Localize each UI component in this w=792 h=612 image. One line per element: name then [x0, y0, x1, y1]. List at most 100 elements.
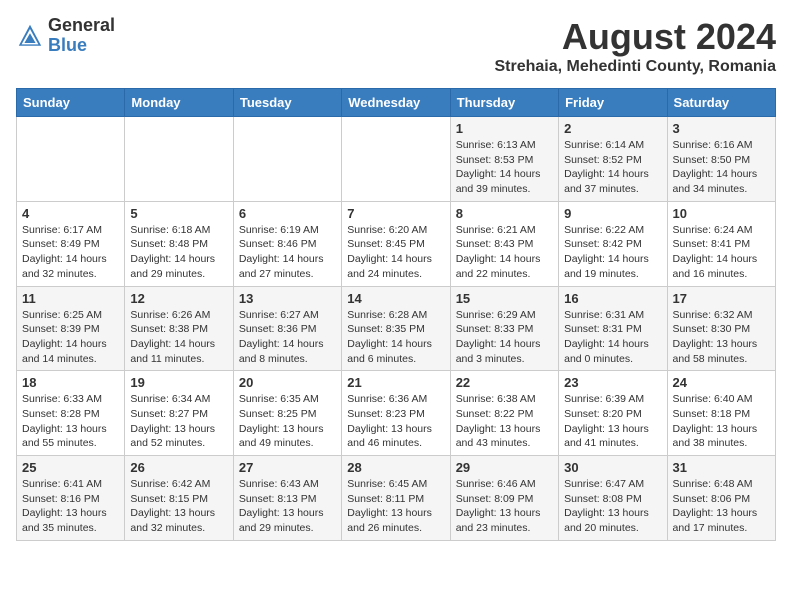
day-info: Sunrise: 6:20 AM Sunset: 8:45 PM Dayligh…	[347, 223, 444, 282]
day-info: Sunrise: 6:35 AM Sunset: 8:25 PM Dayligh…	[239, 392, 336, 451]
day-number: 29	[456, 460, 553, 475]
weekday-header-tuesday: Tuesday	[233, 89, 341, 117]
weekday-header-friday: Friday	[559, 89, 667, 117]
day-info: Sunrise: 6:27 AM Sunset: 8:36 PM Dayligh…	[239, 308, 336, 367]
calendar-cell: 30Sunrise: 6:47 AM Sunset: 8:08 PM Dayli…	[559, 456, 667, 541]
day-number: 25	[22, 460, 119, 475]
weekday-header-monday: Monday	[125, 89, 233, 117]
week-row-0: 1 Sunrise: 6:13 AM Sunset: 8:53 PM Daylig…	[17, 117, 776, 202]
day-number: 27	[239, 460, 336, 475]
week-row-3: 18 Sunrise: 6:33 AM Sunset: 8:28 PM Dayli…	[17, 371, 776, 456]
day-info: Sunrise: 6:46 AM Sunset: 8:09 PM Dayligh…	[456, 477, 553, 536]
day-number: 5	[130, 206, 227, 221]
day-number: 9	[564, 206, 661, 221]
day-number: 20	[239, 375, 336, 390]
calendar-cell: 14 Sunrise: 6:28 AM Sunset: 8:35 PM Dayli…	[342, 286, 450, 371]
day-info: Sunrise: 6:17 AM Sunset: 8:49 PM Dayligh…	[22, 223, 119, 282]
month-title: August 2024	[494, 16, 776, 58]
weekday-header-thursday: Thursday	[450, 89, 558, 117]
calendar-cell: 1 Sunrise: 6:13 AM Sunset: 8:53 PM Daylig…	[450, 117, 558, 202]
day-number: 23	[564, 375, 661, 390]
calendar-cell: 7 Sunrise: 6:20 AM Sunset: 8:45 PM Daylig…	[342, 201, 450, 286]
day-info: Sunrise: 6:21 AM Sunset: 8:43 PM Dayligh…	[456, 223, 553, 282]
day-number: 14	[347, 291, 444, 306]
day-info: Sunrise: 6:48 AM Sunset: 8:06 PM Dayligh…	[673, 477, 770, 536]
day-number: 6	[239, 206, 336, 221]
day-info: Sunrise: 6:14 AM Sunset: 8:52 PM Dayligh…	[564, 138, 661, 197]
day-number: 12	[130, 291, 227, 306]
day-number: 31	[673, 460, 770, 475]
day-number: 21	[347, 375, 444, 390]
day-info: Sunrise: 6:13 AM Sunset: 8:53 PM Dayligh…	[456, 138, 553, 197]
header: General Blue August 2024 Strehaia, Mehed…	[16, 16, 776, 76]
calendar-cell: 2 Sunrise: 6:14 AM Sunset: 8:52 PM Daylig…	[559, 117, 667, 202]
calendar-cell: 12 Sunrise: 6:26 AM Sunset: 8:38 PM Dayli…	[125, 286, 233, 371]
day-info: Sunrise: 6:29 AM Sunset: 8:33 PM Dayligh…	[456, 308, 553, 367]
day-number: 26	[130, 460, 227, 475]
day-info: Sunrise: 6:47 AM Sunset: 8:08 PM Dayligh…	[564, 477, 661, 536]
calendar-cell: 4 Sunrise: 6:17 AM Sunset: 8:49 PM Daylig…	[17, 201, 125, 286]
calendar-cell	[342, 117, 450, 202]
week-row-4: 25 Sunrise: 6:41 AM Sunset: 8:16 PM Dayli…	[17, 456, 776, 541]
day-info: Sunrise: 6:43 AM Sunset: 8:13 PM Dayligh…	[239, 477, 336, 536]
logo-general: General	[48, 16, 115, 36]
calendar-cell: 19Sunrise: 6:34 AM Sunset: 8:27 PM Dayli…	[125, 371, 233, 456]
calendar-cell: 15 Sunrise: 6:29 AM Sunset: 8:33 PM Dayli…	[450, 286, 558, 371]
day-number: 11	[22, 291, 119, 306]
calendar-cell: 3Sunrise: 6:16 AM Sunset: 8:50 PM Daylig…	[667, 117, 775, 202]
day-number: 16	[564, 291, 661, 306]
day-number: 28	[347, 460, 444, 475]
day-number: 13	[239, 291, 336, 306]
calendar-cell: 24Sunrise: 6:40 AM Sunset: 8:18 PM Dayli…	[667, 371, 775, 456]
weekday-header-row: SundayMondayTuesdayWednesdayThursdayFrid…	[17, 89, 776, 117]
day-number: 1	[456, 121, 553, 136]
location-title: Strehaia, Mehedinti County, Romania	[494, 58, 776, 76]
day-number: 22	[456, 375, 553, 390]
calendar-cell	[233, 117, 341, 202]
calendar-cell: 17Sunrise: 6:32 AM Sunset: 8:30 PM Dayli…	[667, 286, 775, 371]
day-number: 2	[564, 121, 661, 136]
logo: General Blue	[16, 16, 115, 56]
day-number: 24	[673, 375, 770, 390]
day-info: Sunrise: 6:28 AM Sunset: 8:35 PM Dayligh…	[347, 308, 444, 367]
calendar-cell: 25 Sunrise: 6:41 AM Sunset: 8:16 PM Dayli…	[17, 456, 125, 541]
day-number: 18	[22, 375, 119, 390]
weekday-header-wednesday: Wednesday	[342, 89, 450, 117]
calendar-cell	[125, 117, 233, 202]
day-info: Sunrise: 6:25 AM Sunset: 8:39 PM Dayligh…	[22, 308, 119, 367]
day-info: Sunrise: 6:45 AM Sunset: 8:11 PM Dayligh…	[347, 477, 444, 536]
logo-icon	[16, 22, 44, 50]
day-info: Sunrise: 6:38 AM Sunset: 8:22 PM Dayligh…	[456, 392, 553, 451]
calendar-cell: 13 Sunrise: 6:27 AM Sunset: 8:36 PM Dayli…	[233, 286, 341, 371]
calendar-cell: 10Sunrise: 6:24 AM Sunset: 8:41 PM Dayli…	[667, 201, 775, 286]
calendar-cell: 21Sunrise: 6:36 AM Sunset: 8:23 PM Dayli…	[342, 371, 450, 456]
calendar-cell: 6 Sunrise: 6:19 AM Sunset: 8:46 PM Daylig…	[233, 201, 341, 286]
calendar-table: SundayMondayTuesdayWednesdayThursdayFrid…	[16, 88, 776, 541]
day-info: Sunrise: 6:26 AM Sunset: 8:38 PM Dayligh…	[130, 308, 227, 367]
day-number: 15	[456, 291, 553, 306]
day-info: Sunrise: 6:19 AM Sunset: 8:46 PM Dayligh…	[239, 223, 336, 282]
calendar-cell: 22 Sunrise: 6:38 AM Sunset: 8:22 PM Dayli…	[450, 371, 558, 456]
week-row-2: 11 Sunrise: 6:25 AM Sunset: 8:39 PM Dayli…	[17, 286, 776, 371]
weekday-header-saturday: Saturday	[667, 89, 775, 117]
day-info: Sunrise: 6:42 AM Sunset: 8:15 PM Dayligh…	[130, 477, 227, 536]
calendar-cell: 29 Sunrise: 6:46 AM Sunset: 8:09 PM Dayli…	[450, 456, 558, 541]
calendar-cell: 9Sunrise: 6:22 AM Sunset: 8:42 PM Daylig…	[559, 201, 667, 286]
calendar-cell: 31 Sunrise: 6:48 AM Sunset: 8:06 PM Dayli…	[667, 456, 775, 541]
day-info: Sunrise: 6:33 AM Sunset: 8:28 PM Dayligh…	[22, 392, 119, 451]
calendar-cell: 27 Sunrise: 6:43 AM Sunset: 8:13 PM Dayli…	[233, 456, 341, 541]
day-number: 4	[22, 206, 119, 221]
day-info: Sunrise: 6:41 AM Sunset: 8:16 PM Dayligh…	[22, 477, 119, 536]
day-info: Sunrise: 6:16 AM Sunset: 8:50 PM Dayligh…	[673, 138, 770, 197]
day-number: 7	[347, 206, 444, 221]
day-info: Sunrise: 6:31 AM Sunset: 8:31 PM Dayligh…	[564, 308, 661, 367]
calendar-cell: 20 Sunrise: 6:35 AM Sunset: 8:25 PM Dayli…	[233, 371, 341, 456]
day-number: 19	[130, 375, 227, 390]
day-number: 8	[456, 206, 553, 221]
week-row-1: 4 Sunrise: 6:17 AM Sunset: 8:49 PM Daylig…	[17, 201, 776, 286]
calendar-cell: 18 Sunrise: 6:33 AM Sunset: 8:28 PM Dayli…	[17, 371, 125, 456]
calendar-cell: 26 Sunrise: 6:42 AM Sunset: 8:15 PM Dayli…	[125, 456, 233, 541]
calendar-cell: 8 Sunrise: 6:21 AM Sunset: 8:43 PM Daylig…	[450, 201, 558, 286]
day-number: 17	[673, 291, 770, 306]
weekday-header-sunday: Sunday	[17, 89, 125, 117]
